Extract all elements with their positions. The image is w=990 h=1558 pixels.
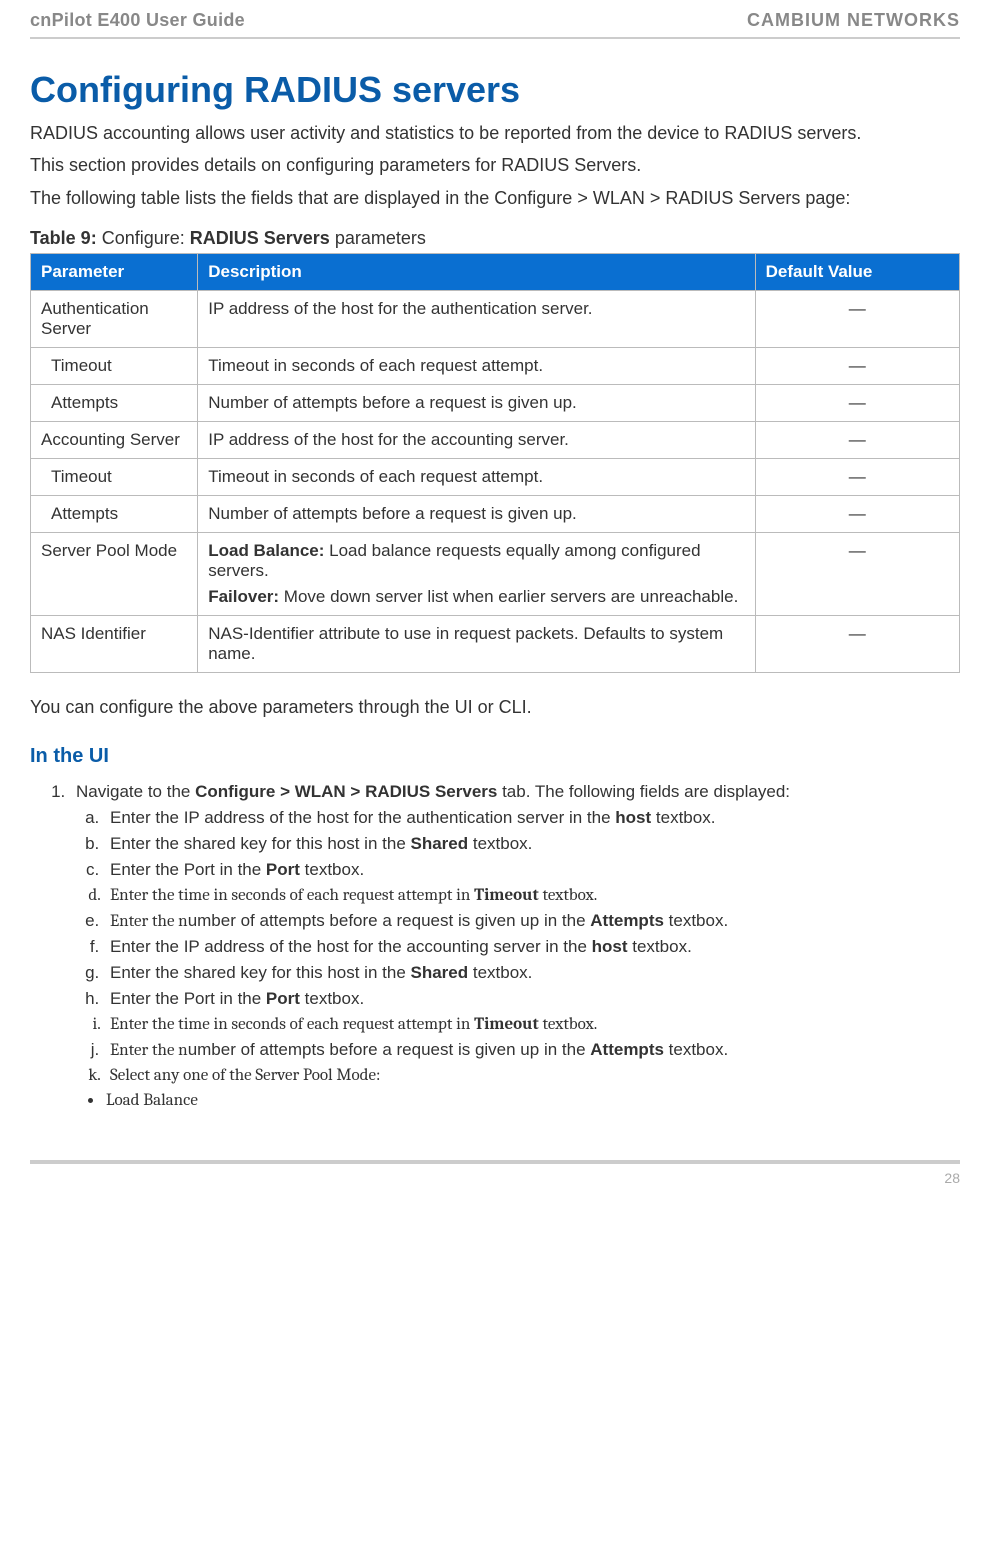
- cell-parameter: Accounting Server: [31, 421, 198, 458]
- page-number: 28: [944, 1170, 960, 1186]
- section-title: Configuring RADIUS servers: [30, 69, 960, 111]
- page-header: cnPilot E400 User Guide CAMBIUM NETWORKS: [30, 10, 960, 39]
- table-caption-mid: Configure:: [97, 228, 190, 248]
- table-caption-suffix: parameters: [330, 228, 426, 248]
- cell-description: IP address of the host for the authentic…: [198, 290, 755, 347]
- cell-default: —: [755, 290, 959, 347]
- table-row: Server Pool ModeLoad Balance: Load balan…: [31, 532, 960, 615]
- substep-item: Enter the time in seconds of each reques…: [104, 886, 960, 905]
- table-row: TimeoutTimeout in seconds of each reques…: [31, 347, 960, 384]
- cell-parameter: Authentication Server: [31, 290, 198, 347]
- substep-item: Enter the Port in the Port textbox.: [104, 860, 960, 880]
- cell-default: —: [755, 347, 959, 384]
- bullet-item: Load Balance: [104, 1091, 960, 1110]
- cell-parameter: Attempts: [31, 495, 198, 532]
- brand-name: CAMBIUM NETWORKS: [747, 10, 960, 31]
- intro-paragraph-3: The following table lists the fields tha…: [30, 186, 960, 210]
- intro-paragraph-1: RADIUS accounting allows user activity a…: [30, 121, 960, 145]
- cell-parameter: NAS Identifier: [31, 615, 198, 672]
- substep-item: Enter the number of attempts before a re…: [104, 911, 960, 931]
- steps-list: Navigate to the Configure > WLAN > RADIU…: [50, 782, 960, 1110]
- cell-parameter: Attempts: [31, 384, 198, 421]
- substep-item: Enter the time in seconds of each reques…: [104, 1015, 960, 1034]
- cell-description: Timeout in seconds of each request attem…: [198, 458, 755, 495]
- step-1: Navigate to the Configure > WLAN > RADIU…: [70, 782, 960, 1110]
- ui-heading: In the UI: [30, 745, 960, 768]
- cell-description: Timeout in seconds of each request attem…: [198, 347, 755, 384]
- step1-post: tab. The following fields are displayed:: [497, 782, 790, 801]
- radius-parameters-table: Parameter Description Default Value Auth…: [30, 253, 960, 673]
- table-caption-number: Table 9:: [30, 228, 97, 248]
- cell-default: —: [755, 495, 959, 532]
- table-header-default: Default Value: [755, 253, 959, 290]
- cell-description: NAS-Identifier attribute to use in reque…: [198, 615, 755, 672]
- cell-default: —: [755, 384, 959, 421]
- cell-description: IP address of the host for the accountin…: [198, 421, 755, 458]
- table-row: NAS IdentifierNAS-Identifier attribute t…: [31, 615, 960, 672]
- substep-item: Enter the shared key for this host in th…: [104, 834, 960, 854]
- bullets-list: Load Balance: [76, 1091, 960, 1110]
- cell-description: Number of attempts before a request is g…: [198, 495, 755, 532]
- substep-item: Enter the Port in the Port textbox.: [104, 989, 960, 1009]
- cell-default: —: [755, 615, 959, 672]
- post-table-text: You can configure the above parameters t…: [30, 695, 960, 719]
- substep-item: Select any one of the Server Pool Mode:: [104, 1066, 960, 1085]
- page-footer: 28: [30, 1160, 960, 1186]
- table-row: AttemptsNumber of attempts before a requ…: [31, 495, 960, 532]
- cell-default: —: [755, 532, 959, 615]
- table-caption: Table 9: Configure: RADIUS Servers param…: [30, 228, 960, 249]
- table-caption-bold2: RADIUS Servers: [190, 228, 330, 248]
- table-header-description: Description: [198, 253, 755, 290]
- table-row: Authentication ServerIP address of the h…: [31, 290, 960, 347]
- doc-title: cnPilot E400 User Guide: [30, 10, 245, 31]
- table-row: Accounting ServerIP address of the host …: [31, 421, 960, 458]
- cell-default: —: [755, 421, 959, 458]
- substep-item: Enter the IP address of the host for the…: [104, 808, 960, 828]
- step1-bold: Configure > WLAN > RADIUS Servers: [195, 782, 497, 801]
- substep-item: Enter the number of attempts before a re…: [104, 1040, 960, 1060]
- cell-parameter: Timeout: [31, 347, 198, 384]
- step1-pre: Navigate to the: [76, 782, 195, 801]
- cell-parameter: Server Pool Mode: [31, 532, 198, 615]
- cell-default: —: [755, 458, 959, 495]
- substeps-list: Enter the IP address of the host for the…: [76, 808, 960, 1085]
- cell-description: Number of attempts before a request is g…: [198, 384, 755, 421]
- cell-description: Load Balance: Load balance requests equa…: [198, 532, 755, 615]
- intro-paragraph-2: This section provides details on configu…: [30, 153, 960, 177]
- substep-item: Enter the shared key for this host in th…: [104, 963, 960, 983]
- table-row: AttemptsNumber of attempts before a requ…: [31, 384, 960, 421]
- table-header-parameter: Parameter: [31, 253, 198, 290]
- cell-parameter: Timeout: [31, 458, 198, 495]
- substep-item: Enter the IP address of the host for the…: [104, 937, 960, 957]
- table-row: TimeoutTimeout in seconds of each reques…: [31, 458, 960, 495]
